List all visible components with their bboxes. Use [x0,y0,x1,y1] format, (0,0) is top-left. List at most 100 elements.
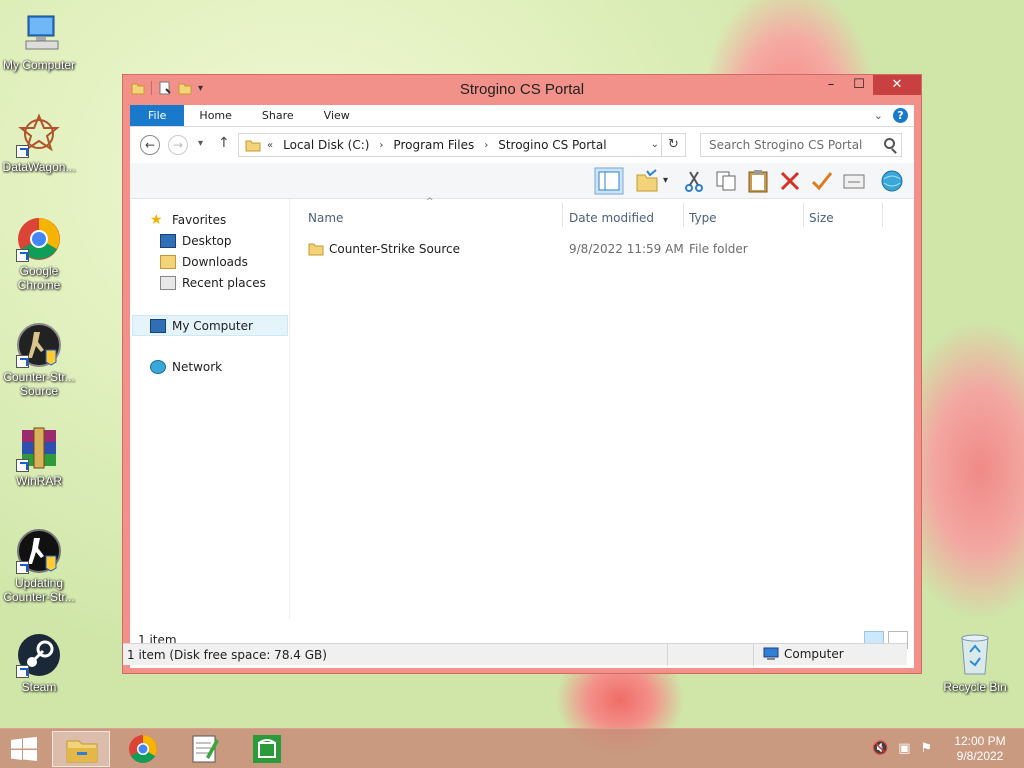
column-header-name[interactable]: Name [308,211,343,225]
search-input[interactable]: Search Strogino CS Portal [700,133,902,157]
recent-locations-chevron-icon[interactable]: ▾ [198,138,203,149]
tab-file[interactable]: File [130,105,185,126]
window-controls: – ☐ ✕ [817,75,921,95]
column-separator[interactable] [882,203,883,227]
tab-view[interactable]: View [309,105,365,126]
details-bar: 1 item (Disk free space: 78.4 GB) Comput… [123,643,907,666]
file-explorer-icon [66,740,98,763]
nav-recent-places[interactable]: Recent places [160,276,266,290]
recent-places-icon [160,276,176,290]
shortcut-arrow-icon [16,561,29,574]
shortcut-arrow-icon [16,459,29,472]
star-icon: ★ [150,212,163,228]
column-separator[interactable] [562,203,563,227]
volume-muted-icon[interactable]: 🔇 [872,741,888,756]
search-icon [884,138,895,149]
desktop-icon-my-computer[interactable]: My Computer [0,10,79,72]
clock[interactable]: 12:00 PM 9/8/2022 [950,734,1010,764]
file-list: ^ Name Date modified Type Size Counter-S… [296,197,914,619]
maximize-button[interactable]: ☐ [845,75,873,95]
preview-pane-icon[interactable] [594,167,624,195]
overflow-chevron[interactable]: « [267,140,273,151]
address-bar[interactable]: « Local Disk (C:) › Program Files › Stro… [238,133,686,157]
breadcrumb-separator-icon[interactable]: › [484,140,488,151]
disk-free-space: 1 item (Disk free space: 78.4 GB) [127,648,327,662]
breadcrumb-local-disk[interactable]: Local Disk (C:) [283,138,369,152]
nav-favorites[interactable]: ★ Favorites [150,213,226,227]
forward-button[interactable]: → [168,135,188,155]
navigation-pane: ★ Favorites Desktop Downloads Recent pla… [130,199,290,619]
tab-home[interactable]: Home [184,105,246,126]
file-name: Counter-Strike Source [329,242,461,256]
help-icon[interactable]: ? [893,108,908,123]
column-header-size[interactable]: Size [809,211,834,225]
copy-icon[interactable] [714,169,738,193]
breadcrumb-strogino[interactable]: Strogino CS Portal [498,138,606,152]
chrome-icon [16,216,62,262]
tab-share[interactable]: Share [247,105,309,126]
up-button[interactable]: ↑ [218,135,230,151]
folder-icon [245,140,261,151]
expand-ribbon-chevron-icon[interactable]: ⌄ [874,109,883,122]
shortcut-arrow-icon [16,355,29,368]
breadcrumb-program-files[interactable]: Program Files [393,138,474,152]
notepad-icon [192,735,219,763]
refresh-icon[interactable]: ↻ [661,134,685,156]
command-toolbar: ▾ [130,163,914,199]
rename-checkmark-icon[interactable] [810,169,834,193]
computer-icon [16,10,62,56]
computer-icon [763,647,779,660]
desktop-icon-google-chrome[interactable]: Google Chrome [0,216,79,292]
location-computer: Computer [763,647,844,661]
navigation-row: ← → ▾ ↑ « Local Disk (C:) › Program File… [130,127,914,163]
status-divider [753,644,754,666]
close-button[interactable]: ✕ [873,75,921,95]
desktop-icon-steam[interactable]: Steam [0,632,79,694]
window-body: File Home Share View ⌄ ? ← → ▾ ↑ « Local… [130,105,914,668]
desktop-icon-recycle-bin[interactable]: Recycle Bin [935,632,1015,694]
column-header-type[interactable]: Type [689,211,717,225]
taskbar-notepad[interactable] [176,731,234,767]
taskbar-google-chrome[interactable] [114,731,172,767]
column-header-date-modified[interactable]: Date modified [569,211,654,225]
title-bar[interactable]: ▾ Strogino CS Portal – ☐ ✕ [123,75,921,105]
network-icon [150,360,166,374]
file-type: File folder [689,242,748,256]
action-center-flag-icon[interactable]: ⚑ [920,741,932,756]
content-area: ★ Favorites Desktop Downloads Recent pla… [130,197,914,619]
breadcrumb-separator-icon[interactable]: › [379,140,383,151]
desktop-icon-updating-counter-strike[interactable]: Updating Counter-Str... [0,528,79,604]
paste-icon[interactable] [746,169,770,193]
file-row[interactable]: Counter-Strike Source 9/8/2022 11:59 AM … [296,239,914,261]
search-placeholder: Search Strogino CS Portal [709,138,863,152]
status-divider [667,644,668,666]
back-button[interactable]: ← [140,135,160,155]
taskbar: 🔇 ▣ ⚑ 12:00 PM 9/8/2022 [0,728,1024,768]
taskbar-file-explorer[interactable] [52,731,110,767]
folder-options-icon[interactable] [635,169,659,193]
properties-icon[interactable] [842,169,866,193]
nav-downloads[interactable]: Downloads [160,255,248,269]
address-dropdown-chevron-icon[interactable]: ⌄ [651,139,659,150]
windows-start-icon[interactable] [10,737,38,761]
column-separator[interactable] [803,203,804,227]
ribbon-tabs: File Home Share View ⌄ ? [130,105,914,127]
nav-my-computer[interactable]: My Computer [132,315,288,336]
network-tray-icon[interactable]: ▣ [898,741,910,756]
downloads-icon [160,255,176,269]
desktop-icon-winrar[interactable]: WinRAR [0,426,79,488]
column-separator[interactable] [683,203,684,227]
nav-desktop[interactable]: Desktop [160,234,232,248]
desktop-icon-datawagon[interactable]: DataWagon... [0,112,79,174]
cut-icon[interactable] [682,169,706,193]
nav-network[interactable]: Network [150,360,222,374]
minimize-button[interactable]: – [817,75,845,95]
folder-options-chevron-icon[interactable]: ▾ [663,175,668,186]
globe-icon[interactable] [880,169,904,193]
taskbar-store[interactable] [238,731,296,767]
desktop-icon-counter-strike-source[interactable]: Counter-Str... Source [0,322,79,398]
recycle-bin-icon [952,632,998,678]
computer-icon [150,318,166,333]
delete-icon[interactable] [778,169,802,193]
datawagon-icon [16,112,62,158]
